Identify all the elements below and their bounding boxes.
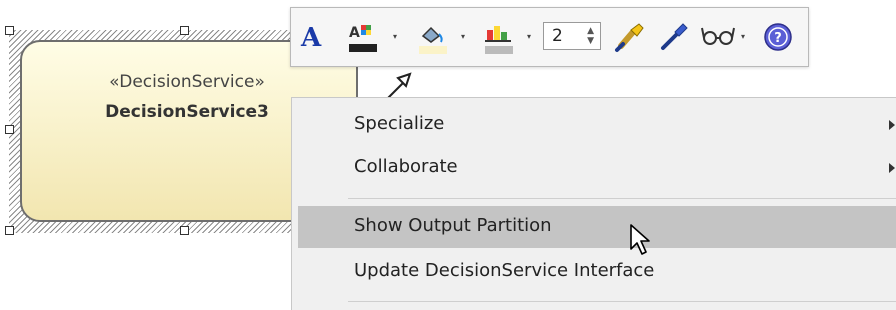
line-color-dropdown-icon[interactable]: ▾ [461,32,470,41]
menu-item-label: Specialize [354,113,445,134]
fill-color-icon[interactable]: A [347,22,381,58]
element-stereotype: «DecisionService» [109,72,265,92]
resize-handle-top-left[interactable] [5,26,14,35]
menu-item-collaborate[interactable]: Collaborate [298,147,896,189]
format-toolbar: A A ▾ ▾ ▾ 2 ▲ ▼ ▾ ? [290,7,809,67]
svg-text:?: ? [774,31,782,46]
font-icon[interactable]: A [301,22,321,53]
line-color-icon[interactable] [417,22,451,58]
help-icon[interactable]: ? [763,22,793,52]
menu-item-show-output-partition[interactable]: Show Output Partition [298,206,896,248]
context-menu: Specialize Collaborate Show Output Parti… [291,97,896,310]
menu-item-update-decisionservice-interface[interactable]: Update DecisionService Interface [298,251,896,293]
resize-handle-middle-left[interactable] [5,125,14,134]
glasses-icon[interactable] [701,24,735,50]
resize-handle-top-middle[interactable] [180,26,189,35]
text-color-dropdown-icon[interactable]: ▾ [527,32,536,41]
menu-item-specialize[interactable]: Specialize [298,104,896,146]
menu-separator [348,301,896,302]
resize-handle-bottom-middle[interactable] [180,226,189,235]
svg-text:A: A [349,25,360,41]
menu-item-label: Collaborate [354,156,458,177]
resize-handle-bottom-left[interactable] [5,226,14,235]
eyedropper-icon[interactable] [657,20,691,54]
submenu-arrow-icon [889,120,895,130]
paintbrush-icon[interactable] [613,20,647,54]
fill-color-dropdown-icon[interactable]: ▾ [393,32,402,41]
stepper-arrows-icon[interactable]: ▲ ▼ [587,26,594,46]
submenu-arrow-icon [889,163,895,173]
glasses-dropdown-icon[interactable]: ▾ [741,32,750,41]
menu-separator [348,198,896,199]
element-name: DecisionService3 [105,102,269,122]
mouse-pointer-icon [630,224,650,255]
line-width-stepper[interactable]: 2 ▲ ▼ [543,22,601,50]
menu-item-label: Show Output Partition [354,215,552,236]
line-width-value: 2 [552,26,563,46]
menu-item-label: Update DecisionService Interface [354,260,655,281]
text-color-icon[interactable] [483,22,517,58]
